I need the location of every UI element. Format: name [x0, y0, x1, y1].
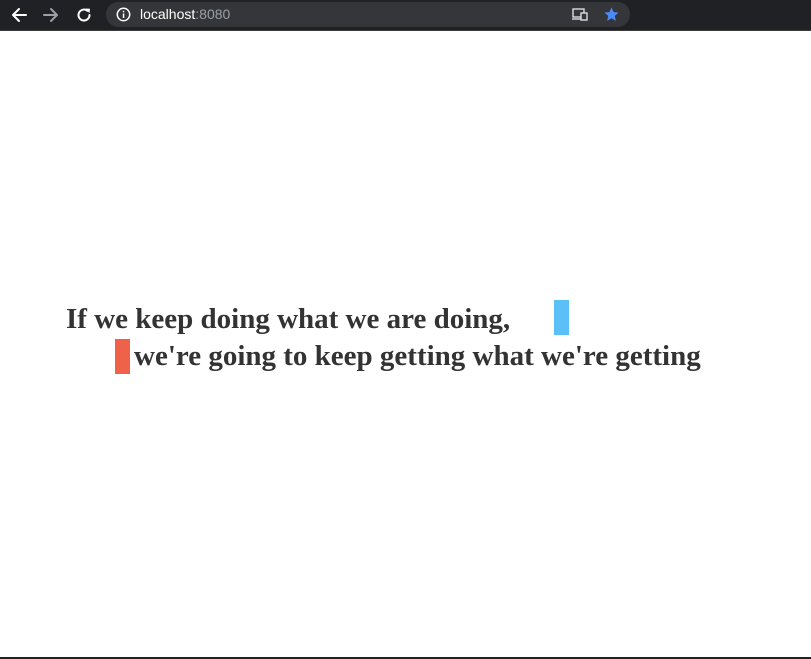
url-host: localhost — [140, 6, 196, 22]
back-button[interactable] — [8, 4, 30, 26]
blue-marker — [554, 300, 569, 335]
info-icon[interactable] — [116, 7, 131, 22]
address-bar[interactable]: localhost:8080 — [106, 2, 630, 27]
quote-line-2: we're going to keep getting what we're g… — [134, 340, 701, 372]
reload-button[interactable] — [73, 4, 95, 26]
quote-line-1: If we keep doing what we are doing, — [66, 303, 511, 335]
reload-icon — [77, 8, 91, 22]
url-text[interactable]: localhost:8080 — [140, 6, 230, 23]
star-icon[interactable] — [603, 6, 620, 23]
arrow-right-icon — [43, 8, 58, 22]
arrow-left-icon — [12, 8, 27, 22]
page-content: If we keep doing what we are doing, we'r… — [0, 31, 811, 659]
url-port: :8080 — [195, 6, 231, 22]
red-marker — [115, 339, 130, 374]
browser-toolbar: localhost:8080 — [0, 0, 811, 31]
cast-icon[interactable] — [572, 7, 588, 22]
forward-button[interactable] — [40, 4, 62, 26]
